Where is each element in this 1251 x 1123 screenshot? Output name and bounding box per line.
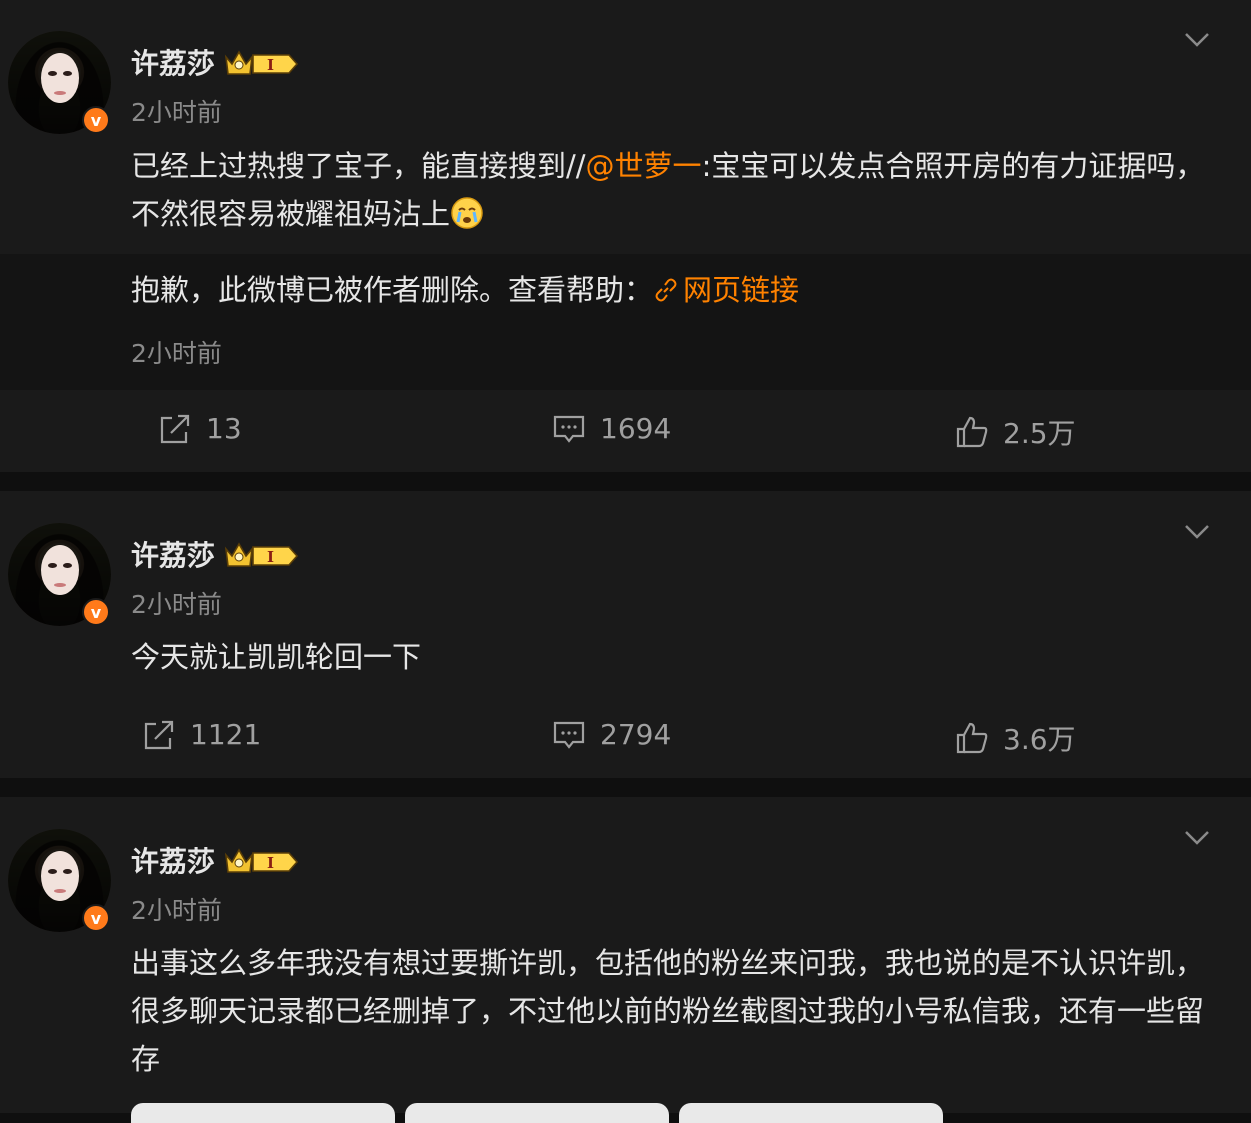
like-button[interactable]: 3.6万 [955, 718, 1076, 758]
crown-badge-icon: I [223, 47, 301, 77]
action-bar: 13 1694 2.5万 [0, 396, 1251, 466]
comment-icon [553, 721, 585, 749]
thumbs-up-icon [956, 722, 988, 754]
share-count: 13 [206, 412, 242, 445]
link-icon [653, 269, 679, 317]
comment-count: 2794 [600, 718, 672, 751]
share-icon [160, 414, 190, 443]
comment-icon [553, 415, 585, 443]
quote-time: 2小时前 [131, 339, 222, 368]
crown-badge-icon: I [223, 539, 301, 569]
verified-badge: v [82, 904, 110, 932]
author-name[interactable]: 许荔莎 [131, 534, 215, 574]
image-thumbnail[interactable] [131, 1103, 395, 1123]
post-card: v 许荔莎 I 2小时前 出事这么多年我没有想过要撕许凯，包括他的粉丝来问我，我… [0, 797, 1251, 1113]
post-text: 今天就让凯凯轮回一下 [131, 640, 422, 674]
share-button[interactable]: 1121 [142, 718, 261, 751]
post-card: v 许荔莎 I 2小时前 已经上过热搜了宝子，能直接搜到//@世萝一:宝宝可以发… [0, 0, 1251, 472]
verified-badge: v [82, 598, 110, 626]
quoted-post: 抱歉，此微博已被作者删除。查看帮助： 网页链接 2小时前 [0, 254, 1251, 390]
chevron-down-icon[interactable] [1184, 26, 1210, 52]
image-thumbnail[interactable] [679, 1103, 943, 1123]
like-count: 2.5万 [1003, 417, 1076, 450]
author-name[interactable]: 许荔莎 [131, 42, 215, 82]
svg-text:I: I [267, 56, 274, 74]
share-button[interactable]: 13 [158, 412, 242, 445]
verified-badge: v [82, 106, 110, 134]
chevron-down-icon[interactable] [1184, 518, 1210, 544]
comment-button[interactable]: 1694 [552, 412, 671, 445]
thumbs-up-icon [956, 416, 988, 448]
share-count: 1121 [190, 718, 262, 751]
svg-text:I: I [267, 548, 274, 566]
post-time: 2小时前 [131, 590, 222, 619]
like-count: 3.6万 [1003, 723, 1076, 756]
comment-button[interactable]: 2794 [552, 718, 671, 751]
like-button[interactable]: 2.5万 [955, 412, 1076, 452]
comment-count: 1694 [600, 412, 672, 445]
post-card: v 许荔莎 I 2小时前 今天就让凯凯轮回一下 1121 2794 3.6万 [0, 491, 1251, 778]
mention-link[interactable]: @世萝一 [586, 149, 702, 183]
crying-emoji-icon [450, 196, 484, 244]
post-time: 2小时前 [131, 98, 222, 127]
chevron-down-icon[interactable] [1184, 824, 1210, 850]
image-thumbnail[interactable] [405, 1103, 669, 1123]
share-icon [144, 720, 174, 749]
crown-badge-icon: I [223, 845, 301, 875]
post-text: 已经上过热搜了宝子，能直接搜到//@世萝一:宝宝可以发点合照开房的有力证据吗，不… [131, 142, 1221, 244]
deleted-notice: 抱歉，此微博已被作者删除。查看帮助： [131, 273, 654, 307]
action-bar: 1121 2794 3.6万 [0, 702, 1251, 772]
web-link[interactable]: 网页链接 [653, 273, 799, 307]
svg-text:I: I [267, 854, 274, 872]
image-thumbnails [131, 1103, 943, 1123]
post-text: 出事这么多年我没有想过要撕许凯，包括他的粉丝来问我，我也说的是不认识许凯，很多聊… [131, 946, 1205, 1076]
author-name[interactable]: 许荔莎 [131, 840, 215, 880]
post-time: 2小时前 [131, 896, 222, 925]
